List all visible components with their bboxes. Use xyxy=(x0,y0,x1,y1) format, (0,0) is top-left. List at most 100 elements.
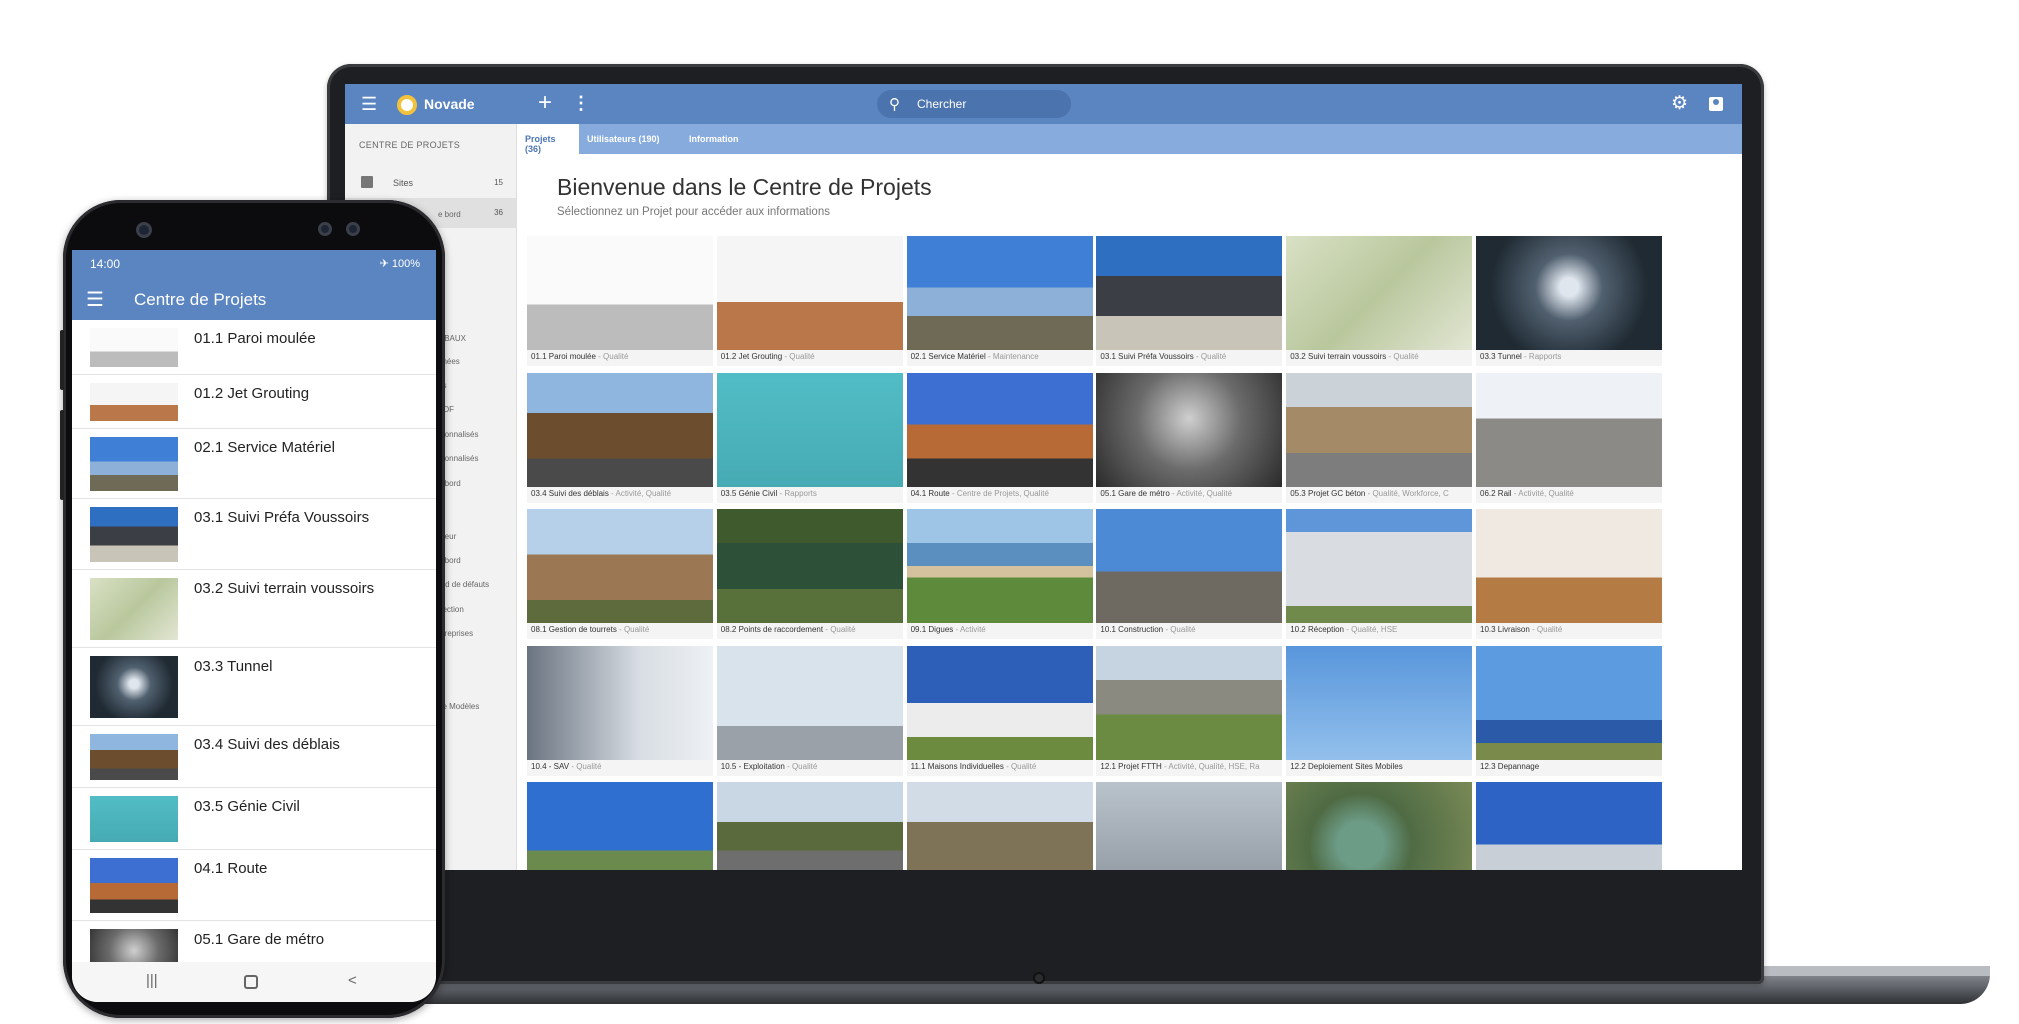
project-card[interactable]: 09.1 Digues - Activité xyxy=(906,509,1093,639)
project-card[interactable] xyxy=(1476,782,1662,870)
project-card[interactable]: 03.4 Suivi des déblais - Activité, Quali… xyxy=(527,372,713,503)
list-item[interactable]: 04.1 Route xyxy=(72,850,436,921)
hamburger-menu-icon[interactable]: ☰ xyxy=(361,94,377,114)
home-icon[interactable] xyxy=(244,975,258,989)
project-card[interactable]: 03.5 Génie Civil - Rapports xyxy=(716,372,903,503)
project-thumbnail xyxy=(1476,645,1662,760)
project-thumbnail xyxy=(527,509,713,623)
gear-icon[interactable]: ⚙ xyxy=(1671,92,1688,115)
list-item[interactable]: 03.5 Génie Civil xyxy=(72,788,436,851)
project-card[interactable]: 02.1 Service Matériel - Maintenance xyxy=(906,236,1093,366)
list-item[interactable]: 01.1 Paroi moulée xyxy=(72,320,436,375)
project-name: 10.4 - SAV xyxy=(531,761,570,771)
page-subtitle: Sélectionnez un Projet pour accéder aux … xyxy=(557,206,830,218)
project-thumbnail xyxy=(1286,645,1473,760)
project-card[interactable]: 12.3 Depannage xyxy=(1476,645,1662,776)
project-tags: Qualité xyxy=(789,352,815,361)
project-name: 06.2 Rail xyxy=(1480,488,1512,498)
project-thumbnail xyxy=(906,509,1093,623)
project-caption: 08.2 Points de raccordement - Qualité xyxy=(720,625,856,634)
sidebar-item-label[interactable]: e bord xyxy=(438,210,461,219)
project-caption: 12.2 Deploiement Sites Mobiles xyxy=(1290,762,1470,771)
list-item[interactable]: 03.4 Suivi des déblais xyxy=(72,726,436,788)
project-thumbnail xyxy=(1476,372,1662,487)
project-thumbnail xyxy=(1096,645,1283,760)
project-card[interactable] xyxy=(1286,782,1473,870)
project-card[interactable] xyxy=(1096,782,1283,870)
project-card[interactable]: 03.3 Tunnel - Rapports xyxy=(1476,236,1662,366)
page-title: Bienvenue dans le Centre de Projets xyxy=(557,174,932,200)
project-caption: 03.5 Génie Civil - Rapports xyxy=(720,488,817,498)
project-card[interactable]: 12.2 Deploiement Sites Mobiles xyxy=(1286,645,1473,776)
status-icons: ✈ 100% xyxy=(379,258,420,270)
phone-sensor xyxy=(346,222,360,236)
sidebar-header: CENTRE DE PROJETS xyxy=(359,140,461,150)
project-card[interactable]: 05.1 Gare de métro - Activité, Qualité xyxy=(1096,372,1283,503)
list-item[interactable]: 01.2 Jet Grouting xyxy=(72,375,436,430)
project-card[interactable]: 05.3 Projet GC béton - Qualité, Workforc… xyxy=(1286,372,1473,503)
project-name: 01.2 Jet Grouting xyxy=(720,352,783,361)
list-item-label: 05.1 Gare de métro xyxy=(194,930,325,948)
list-item[interactable]: 02.1 Service Matériel xyxy=(72,429,436,500)
sidebar-item-sites[interactable]: Sites 15 xyxy=(345,168,517,198)
sidebar-item-label[interactable]: ard de défauts xyxy=(438,580,489,589)
hamburger-menu-icon[interactable]: ☰ xyxy=(86,287,104,312)
project-thumbnail xyxy=(906,236,1093,350)
project-card[interactable] xyxy=(527,782,713,870)
project-caption: 03.3 Tunnel - Rapports xyxy=(1480,352,1562,361)
project-card[interactable]: 01.2 Jet Grouting - Qualité xyxy=(716,236,903,366)
project-card[interactable]: 10.2 Réception - Qualité, HSE xyxy=(1286,509,1473,639)
project-card[interactable]: 08.1 Gestion de tourrets - Qualité xyxy=(527,509,713,639)
project-caption: 04.1 Route - Centre de Projets, Qualité xyxy=(910,488,1049,498)
project-card[interactable]: 10.1 Construction - Qualité xyxy=(1096,509,1283,639)
list-item[interactable]: 03.1 Suivi Préfa Voussoirs xyxy=(72,499,436,570)
project-card[interactable]: 04.1 Route - Centre de Projets, Qualité xyxy=(906,372,1093,503)
project-card[interactable] xyxy=(906,782,1093,870)
search-icon: ⚲ xyxy=(889,96,900,113)
list-item-label: 03.5 Génie Civil xyxy=(194,798,300,815)
project-tags: Qualité xyxy=(623,625,650,634)
project-name: 10.1 Construction xyxy=(1100,625,1164,634)
project-thumbnail xyxy=(90,328,178,367)
sidebar-item-count: 36 xyxy=(494,208,503,217)
project-tags: Maintenance xyxy=(992,352,1039,361)
list-item-label: 02.1 Service Matériel xyxy=(194,439,335,457)
project-caption: 09.1 Digues - Activité xyxy=(910,625,986,634)
project-card[interactable]: 03.1 Suivi Préfa Voussoirs - Qualité xyxy=(1096,236,1283,366)
project-card[interactable]: 08.2 Points de raccordement - Qualité xyxy=(716,509,903,639)
project-thumbnail xyxy=(90,733,178,780)
back-icon[interactable]: < xyxy=(348,972,357,989)
project-caption: 02.1 Service Matériel - Maintenance xyxy=(910,352,1039,361)
user-account-icon[interactable] xyxy=(1709,97,1723,111)
tab-information[interactable]: Information xyxy=(681,124,761,154)
project-card[interactable]: 01.1 Paroi moulée - Qualité xyxy=(527,236,713,366)
tab-bar: Projets (36) Utilisateurs (190) Informat… xyxy=(517,124,1742,154)
project-thumbnail xyxy=(90,437,178,492)
more-vert-icon[interactable]: ⋮ xyxy=(572,93,590,114)
project-card[interactable] xyxy=(716,782,903,870)
list-item[interactable]: 03.2 Suivi terrain voussoirs xyxy=(72,570,436,648)
project-thumbnail xyxy=(1286,236,1473,350)
sidebar-item-label: Sites xyxy=(393,178,414,188)
project-caption: 10.3 Livraison - Qualité xyxy=(1480,625,1563,634)
search-input[interactable]: ⚲ Chercher xyxy=(877,90,1071,118)
project-caption: 10.2 Réception - Qualité, HSE xyxy=(1290,625,1398,634)
phone-status-bar: 14:00 ✈ 100% xyxy=(72,250,436,278)
add-icon[interactable]: + xyxy=(538,90,552,116)
project-card[interactable]: 12.1 Projet FTTH - Activité, Qualité, HS… xyxy=(1096,645,1283,776)
project-card[interactable]: 11.1 Maisons Individuelles - Qualité xyxy=(906,645,1093,776)
tab-utilisateurs[interactable]: Utilisateurs (190) xyxy=(579,124,681,154)
project-name: 03.3 Tunnel xyxy=(1480,352,1522,361)
project-card[interactable]: 10.5 - Exploitation - Qualité xyxy=(716,645,903,776)
project-card[interactable]: 10.4 - SAV - Qualité xyxy=(527,645,713,776)
project-card[interactable]: 06.2 Rail - Activité, Qualité xyxy=(1476,372,1662,503)
project-card[interactable]: 10.3 Livraison - Qualité xyxy=(1476,509,1662,639)
project-caption: 12.1 Projet FTTH - Activité, Qualité, HS… xyxy=(1100,761,1260,771)
tab-projets[interactable]: Projets (36) xyxy=(517,124,579,154)
project-name: 08.2 Points de raccordement xyxy=(720,625,824,634)
recent-apps-icon[interactable]: ||| xyxy=(146,972,158,989)
project-thumbnail xyxy=(716,782,903,870)
list-item[interactable]: 03.3 Tunnel xyxy=(72,648,436,726)
project-card[interactable]: 03.2 Suivi terrain voussoirs - Qualité xyxy=(1286,236,1473,366)
project-caption: 10.1 Construction - Qualité xyxy=(1100,625,1196,634)
